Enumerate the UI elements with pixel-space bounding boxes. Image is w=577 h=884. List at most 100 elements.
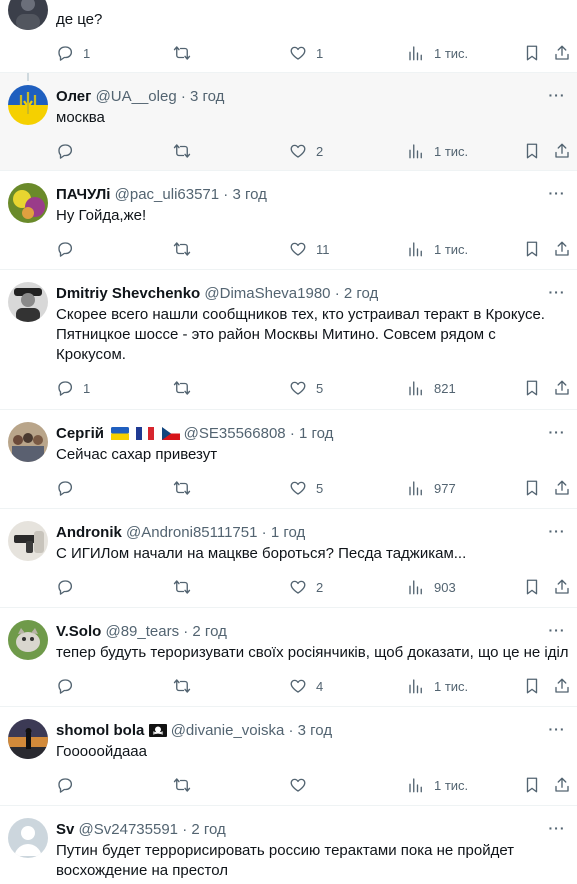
tweet[interactable]: V.Solo @89_tears · 2 год ··· тепер будут… xyxy=(0,608,577,707)
like-button[interactable]: 4 xyxy=(289,676,323,696)
share-button[interactable] xyxy=(553,141,571,161)
tweet[interactable]: де це? 1 1 1 тис. xyxy=(0,0,577,73)
timestamp[interactable]: 3 год xyxy=(298,722,332,739)
more-icon[interactable]: ··· xyxy=(547,88,567,109)
reply-button[interactable] xyxy=(56,775,83,795)
tweet[interactable]: Сергій @SE35566808 · 1 год ··· Сейчас са… xyxy=(0,410,577,509)
display-name[interactable]: Олег xyxy=(56,88,91,105)
views-button[interactable]: 1 тис. xyxy=(407,775,468,795)
timestamp[interactable]: 1 год xyxy=(271,524,305,541)
views-button[interactable]: 821 xyxy=(407,378,456,398)
avatar[interactable] xyxy=(8,620,48,660)
timestamp[interactable]: 2 год xyxy=(191,821,225,838)
more-icon[interactable]: ··· xyxy=(547,425,567,446)
share-button[interactable] xyxy=(553,676,571,696)
display-name[interactable]: ПАЧУЛі xyxy=(56,186,110,203)
reply-button[interactable] xyxy=(56,141,83,161)
share-button[interactable] xyxy=(553,239,571,259)
avatar[interactable] xyxy=(8,521,48,561)
display-name[interactable]: V.Solo xyxy=(56,623,101,640)
reply-button[interactable]: 1 xyxy=(56,43,90,63)
like-button[interactable]: 5 xyxy=(289,478,323,498)
share-icon xyxy=(555,579,569,594)
tweet[interactable]: Sv @Sv24735591 · 2 год ··· Путин будет т… xyxy=(0,806,577,884)
bookmark-button[interactable] xyxy=(523,478,541,498)
like-button[interactable]: 11 xyxy=(289,239,330,259)
tweet[interactable]: shomol bola @divanie_voiska · 3 год ··· … xyxy=(0,707,577,806)
like-button[interactable]: 5 xyxy=(289,378,323,398)
bookmark-button[interactable] xyxy=(523,775,541,795)
avatar[interactable] xyxy=(8,282,48,322)
avatar[interactable] xyxy=(8,719,48,759)
user-handle[interactable]: @DimaSheva1980 xyxy=(204,285,330,302)
timestamp[interactable]: 3 год xyxy=(232,186,266,203)
more-icon[interactable]: ··· xyxy=(547,524,567,545)
more-icon[interactable]: ··· xyxy=(547,722,567,743)
display-name[interactable]: Dmitriy Shevchenko xyxy=(56,285,200,302)
retweet-button[interactable] xyxy=(173,775,200,795)
user-handle[interactable]: @divanie_voiska xyxy=(171,722,285,739)
retweet-button[interactable] xyxy=(173,478,200,498)
display-name[interactable]: shomol bola xyxy=(56,722,144,739)
bookmark-button[interactable] xyxy=(523,43,541,63)
tweet[interactable]: Andronik @Androni85111751 · 1 год ··· С … xyxy=(0,509,577,608)
views-button[interactable]: 977 xyxy=(407,478,456,498)
reply-button[interactable] xyxy=(56,577,83,597)
timestamp[interactable]: 3 год xyxy=(190,88,224,105)
retweet-button[interactable] xyxy=(173,577,200,597)
like-button[interactable] xyxy=(289,775,316,795)
views-button[interactable]: 903 xyxy=(407,577,456,597)
share-button[interactable] xyxy=(553,378,571,398)
user-handle[interactable]: @89_tears xyxy=(105,623,179,640)
views-button[interactable]: 1 тис. xyxy=(407,676,468,696)
display-name[interactable]: Сергій xyxy=(56,425,104,442)
display-name[interactable]: Andronik xyxy=(56,524,122,541)
display-name[interactable]: Sv xyxy=(56,821,74,838)
avatar[interactable] xyxy=(8,85,48,125)
timestamp[interactable]: 2 год xyxy=(344,285,378,302)
bookmark-button[interactable] xyxy=(523,378,541,398)
timestamp[interactable]: 1 год xyxy=(299,425,333,442)
retweet-button[interactable] xyxy=(173,676,200,696)
avatar[interactable] xyxy=(8,183,48,223)
share-button[interactable] xyxy=(553,775,571,795)
views-button[interactable]: 1 тис. xyxy=(407,239,468,259)
bookmark-button[interactable] xyxy=(523,676,541,696)
reply-button[interactable]: 1 xyxy=(56,378,90,398)
retweet-button[interactable] xyxy=(173,141,200,161)
reply-button[interactable] xyxy=(56,676,83,696)
user-handle[interactable]: @Androni85111751 xyxy=(126,524,257,541)
avatar[interactable] xyxy=(8,0,48,30)
more-icon[interactable]: ··· xyxy=(547,186,567,207)
retweet-button[interactable] xyxy=(173,378,200,398)
reply-button[interactable] xyxy=(56,239,83,259)
like-button[interactable]: 2 xyxy=(289,141,323,161)
views-button[interactable]: 1 тис. xyxy=(407,43,468,63)
retweet-button[interactable] xyxy=(173,239,200,259)
like-button[interactable]: 2 xyxy=(289,577,323,597)
tweet[interactable]: ПАЧУЛі @pac_uli63571 · 3 год ··· Ну Гойд… xyxy=(0,171,577,270)
bookmark-button[interactable] xyxy=(523,577,541,597)
share-button[interactable] xyxy=(553,577,571,597)
user-handle[interactable]: @SE35566808 xyxy=(184,425,286,442)
timestamp[interactable]: 2 год xyxy=(192,623,226,640)
avatar[interactable] xyxy=(8,422,48,462)
tweet[interactable]: Dmitriy Shevchenko @DimaSheva1980 · 2 го… xyxy=(0,270,577,410)
reply-button[interactable] xyxy=(56,478,83,498)
more-icon[interactable]: ··· xyxy=(547,623,567,644)
views-button[interactable]: 1 тис. xyxy=(407,141,468,161)
user-handle[interactable]: @pac_uli63571 xyxy=(115,186,219,203)
bookmark-button[interactable] xyxy=(523,239,541,259)
share-button[interactable] xyxy=(553,43,571,63)
tweet[interactable]: Олег @UA__oleg · 3 год ··· москва 2 1 ти… xyxy=(0,73,577,171)
reply-icon xyxy=(58,580,73,595)
like-button[interactable]: 1 xyxy=(289,43,323,63)
user-handle[interactable]: @UA__oleg xyxy=(96,88,177,105)
bookmark-button[interactable] xyxy=(523,141,541,161)
more-icon[interactable]: ··· xyxy=(547,821,567,842)
share-button[interactable] xyxy=(553,478,571,498)
retweet-button[interactable] xyxy=(173,43,200,63)
avatar[interactable] xyxy=(8,818,48,858)
user-handle[interactable]: @Sv24735591 xyxy=(79,821,178,838)
more-icon[interactable]: ··· xyxy=(547,285,567,306)
